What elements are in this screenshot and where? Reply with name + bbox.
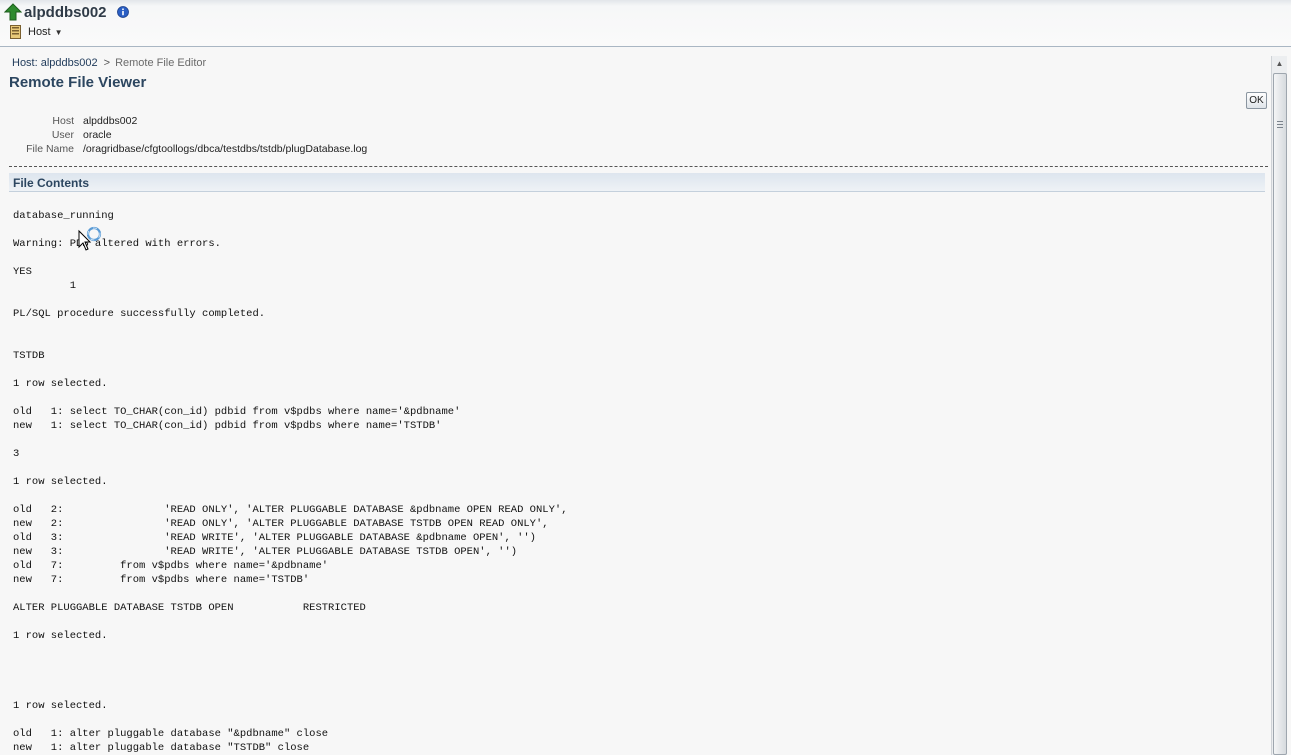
breadcrumb-separator: >: [103, 57, 111, 69]
vertical-scrollbar[interactable]: ▲: [1271, 56, 1287, 755]
host-menu-label: Host: [28, 26, 51, 38]
breadcrumb-current: Remote File Editor: [115, 57, 207, 69]
file-contents-header: File Contents: [9, 173, 1265, 192]
host-menu[interactable]: Host ▼: [10, 24, 63, 40]
section-title: File Contents: [13, 176, 90, 190]
ok-button[interactable]: OK: [1246, 92, 1267, 109]
breadcrumb-host-link[interactable]: Host: alpddbs002: [12, 57, 98, 69]
target-row: alpddbs002: [3, 3, 129, 21]
scrollbar-thumb[interactable]: [1273, 73, 1287, 755]
target-name-link[interactable]: alpddbs002: [24, 4, 107, 21]
info-icon[interactable]: [116, 6, 129, 18]
up-arrow-icon: [3, 3, 23, 21]
property-label: File Name: [26, 143, 74, 155]
property-label: User: [51, 129, 74, 141]
file-contents-text: database_running Warning: PDB altered wi…: [13, 210, 568, 754]
header-banner: alpddbs002 Host ▼: [0, 0, 1291, 47]
busy-cursor-icon: [78, 225, 104, 253]
breadcrumb: Host: alpddbs002 > Remote File Editor: [12, 57, 206, 69]
scroll-up-icon[interactable]: ▲: [1272, 56, 1287, 71]
section-divider: [9, 166, 1268, 167]
grip-icon: [1277, 121, 1283, 128]
chevron-down-icon: ▼: [54, 27, 63, 37]
page-title: Remote File Viewer: [9, 74, 147, 91]
host-icon: [10, 25, 21, 39]
property-value: /oragridbase/cfgtoollogs/dbca/testdbs/ts…: [83, 143, 368, 155]
property-value: alpddbs002: [83, 115, 138, 127]
property-label: Host: [52, 115, 74, 127]
property-value: oracle: [83, 129, 112, 141]
